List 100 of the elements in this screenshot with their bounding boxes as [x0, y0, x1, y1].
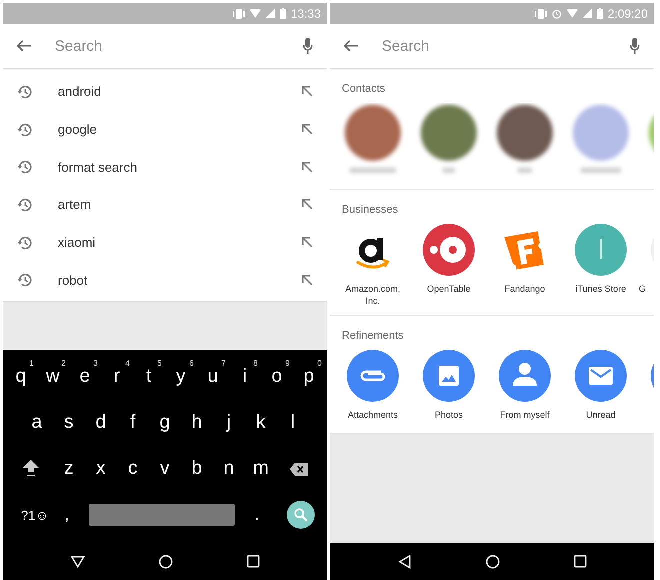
- key-hint: 5: [158, 359, 162, 368]
- keyboard-key[interactable]: x: [85, 449, 117, 489]
- keyboard-key[interactable]: c: [117, 449, 149, 489]
- search-icon: [294, 508, 308, 522]
- status-time: 2:09:20: [608, 6, 648, 20]
- refinement-label: From myself: [500, 409, 550, 421]
- history-icon: [17, 122, 32, 137]
- history-text: android: [58, 84, 102, 100]
- symbols-key[interactable]: ?1☺: [15, 495, 55, 535]
- section-title: Refinements: [342, 330, 405, 342]
- microphone-icon[interactable]: [303, 38, 313, 54]
- refinement-label: Attachments: [348, 409, 398, 421]
- business-label: Fandango: [504, 283, 546, 296]
- search-field[interactable]: Search: [55, 38, 279, 54]
- signal-icon: [582, 9, 592, 18]
- contact-avatar[interactable]: [421, 105, 477, 161]
- arrow-up-left-icon: [302, 237, 313, 248]
- keyboard-key[interactable]: n: [213, 449, 245, 489]
- key-hint: 6: [190, 359, 194, 368]
- image-icon[interactable]: [423, 350, 475, 402]
- history-item[interactable]: google: [3, 110, 327, 148]
- keyboard-key[interactable]: f: [117, 403, 149, 443]
- blurred-name: [350, 168, 396, 173]
- period-key[interactable]: .: [245, 495, 269, 535]
- keyboard-key[interactable]: y 6: [165, 357, 197, 397]
- key-hint: 9: [286, 359, 290, 368]
- microphone-icon[interactable]: [630, 38, 640, 54]
- key-hint: 7: [222, 359, 226, 368]
- history-text: format search: [58, 160, 138, 175]
- home-icon[interactable]: [486, 554, 500, 568]
- keyboard-key[interactable]: r 4: [101, 357, 133, 397]
- history-item[interactable]: artem: [3, 186, 327, 224]
- back-arrow-icon[interactable]: [344, 40, 358, 52]
- history-item[interactable]: xiaomi: [3, 224, 327, 262]
- battery-icon: [596, 8, 603, 19]
- history-icon: [17, 160, 32, 174]
- paperclip-icon[interactable]: [347, 350, 399, 402]
- keyboard-key[interactable]: s: [53, 403, 85, 443]
- history-item[interactable]: android: [3, 73, 327, 111]
- envelope-icon[interactable]: [575, 350, 627, 402]
- person-icon[interactable]: [499, 350, 551, 402]
- keyboard-key[interactable]: t 5: [133, 357, 165, 397]
- keyboard-key[interactable]: o 9: [261, 357, 293, 397]
- section-title: Businesses: [342, 204, 400, 216]
- back-arrow-icon[interactable]: [17, 40, 31, 52]
- home-icon[interactable]: [158, 554, 172, 568]
- alarm-icon: [552, 8, 562, 18]
- arrow-up-left-icon: [302, 86, 313, 98]
- key-hint: 8: [254, 359, 258, 368]
- business-label: Amazon.com, Inc.: [344, 283, 402, 307]
- keyboard-key[interactable]: i 8: [229, 357, 261, 397]
- back-icon[interactable]: [398, 554, 412, 568]
- history-text: artem: [58, 197, 92, 212]
- keyboard-key[interactable]: k: [245, 403, 277, 443]
- shift-icon[interactable]: [23, 460, 39, 478]
- wifi-icon: [250, 9, 261, 18]
- keyboard-key[interactable]: v: [149, 449, 181, 489]
- backspace-icon[interactable]: [290, 462, 308, 476]
- status-time: 13:33: [290, 6, 321, 20]
- refinement-label: Photos: [434, 409, 464, 421]
- keyboard-key[interactable]: u 7: [197, 357, 229, 397]
- keyboard-key[interactable]: d: [85, 403, 117, 443]
- keyboard-key[interactable]: g: [149, 403, 181, 443]
- battery-icon: [280, 8, 286, 19]
- history-item[interactable]: robot: [3, 261, 327, 300]
- key-hint: 4: [126, 359, 130, 368]
- history-text: robot: [58, 272, 89, 288]
- keyboard-key[interactable]: j: [213, 403, 245, 443]
- recents-icon[interactable]: [574, 555, 586, 568]
- keyboard-key[interactable]: p 0: [293, 357, 325, 397]
- contact-avatar[interactable]: [497, 105, 553, 161]
- keyboard-key[interactable]: z: [53, 449, 85, 489]
- keyboard-key[interactable]: q 1: [5, 357, 37, 397]
- search-field[interactable]: Search: [382, 38, 606, 54]
- key-hint: 1: [30, 359, 34, 368]
- history-text: google: [58, 122, 98, 138]
- keyboard-key[interactable]: a: [21, 403, 53, 443]
- keyboard-key[interactable]: w 2: [37, 357, 69, 397]
- blurred-name: [581, 168, 621, 173]
- keyboard-key[interactable]: e 3: [69, 357, 101, 397]
- keyboard-key[interactable]: h: [181, 403, 213, 443]
- store-logo-icon: [575, 224, 627, 276]
- history-icon: [17, 273, 32, 288]
- back-icon[interactable]: [70, 554, 84, 568]
- keyboard-key[interactable]: b: [181, 449, 213, 489]
- opentable-logo-icon: [423, 224, 475, 276]
- search-key[interactable]: [287, 501, 315, 529]
- key-hint: 3: [94, 359, 98, 368]
- contact-avatar[interactable]: [345, 105, 401, 161]
- recents-icon[interactable]: [246, 555, 260, 568]
- history-text: xiaomi: [58, 235, 97, 250]
- keyboard-key[interactable]: m: [245, 449, 277, 489]
- keyboard-key[interactable]: l: [277, 403, 309, 443]
- history-icon: [17, 236, 32, 250]
- comma-key[interactable]: ,: [55, 495, 79, 535]
- vibrate-icon: [232, 8, 245, 18]
- history-item[interactable]: format search: [3, 148, 327, 186]
- business-label: OpenTable: [427, 283, 471, 296]
- blurred-name: [518, 168, 532, 173]
- business-label: G: [639, 283, 646, 296]
